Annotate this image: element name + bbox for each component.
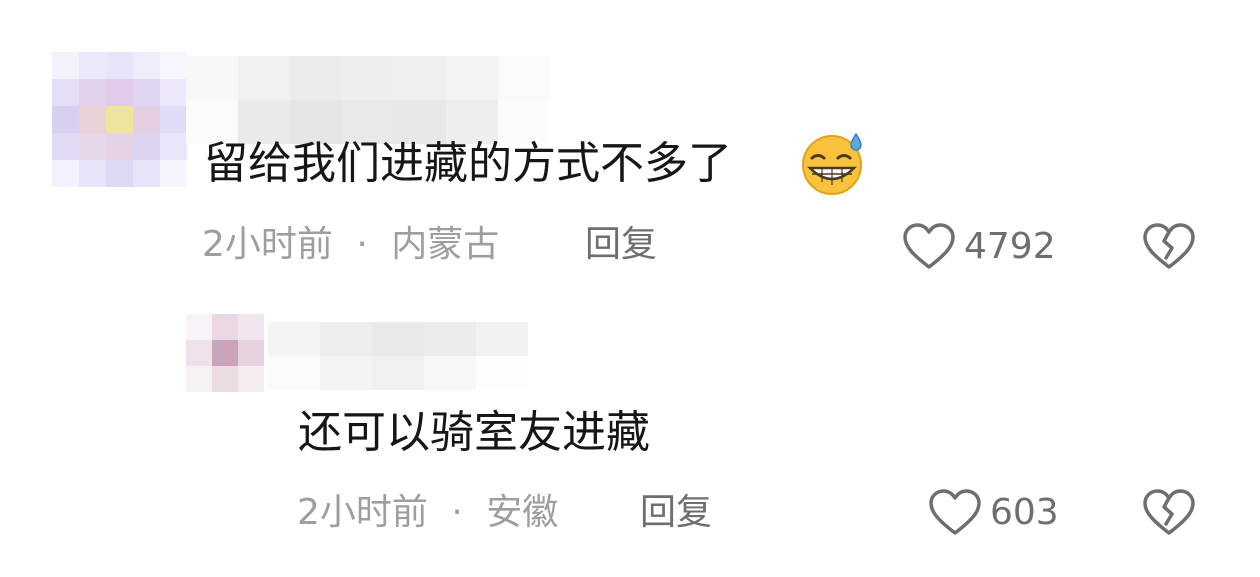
comment-time: 2小时前 [202,224,333,265]
sweat-grin-emoji-icon [800,132,866,196]
reply-like-count: 603 [990,492,1059,533]
heart-outline-icon[interactable] [928,488,982,538]
reply-time: 2小时前 [297,492,428,533]
like-count: 4792 [964,226,1056,267]
username[interactable] [186,56,550,144]
comment-meta: 2小时前 · 内蒙古 [202,223,499,267]
reply-avatar[interactable] [186,314,264,392]
reply-button[interactable]: 回复 [585,223,657,267]
meta-separator: · [451,492,463,533]
comment-text: 留给我们进藏的方式不多了 [204,137,732,191]
reply-reply-button[interactable]: 回复 [640,491,712,535]
comment-location: 内蒙古 [391,224,500,265]
comment-text-content: 留给我们进藏的方式不多了 [204,138,732,189]
reply-meta: 2小时前 · 安徽 [297,491,558,535]
broken-heart-icon[interactable] [1142,222,1196,272]
avatar[interactable] [52,52,187,187]
meta-separator: · [356,224,368,265]
reply-username[interactable] [268,322,528,390]
reply-location: 安徽 [486,492,559,533]
broken-heart-icon[interactable] [1142,488,1196,538]
heart-outline-icon[interactable] [902,222,956,272]
reply-text: 还可以骑室友进藏 [298,407,650,458]
